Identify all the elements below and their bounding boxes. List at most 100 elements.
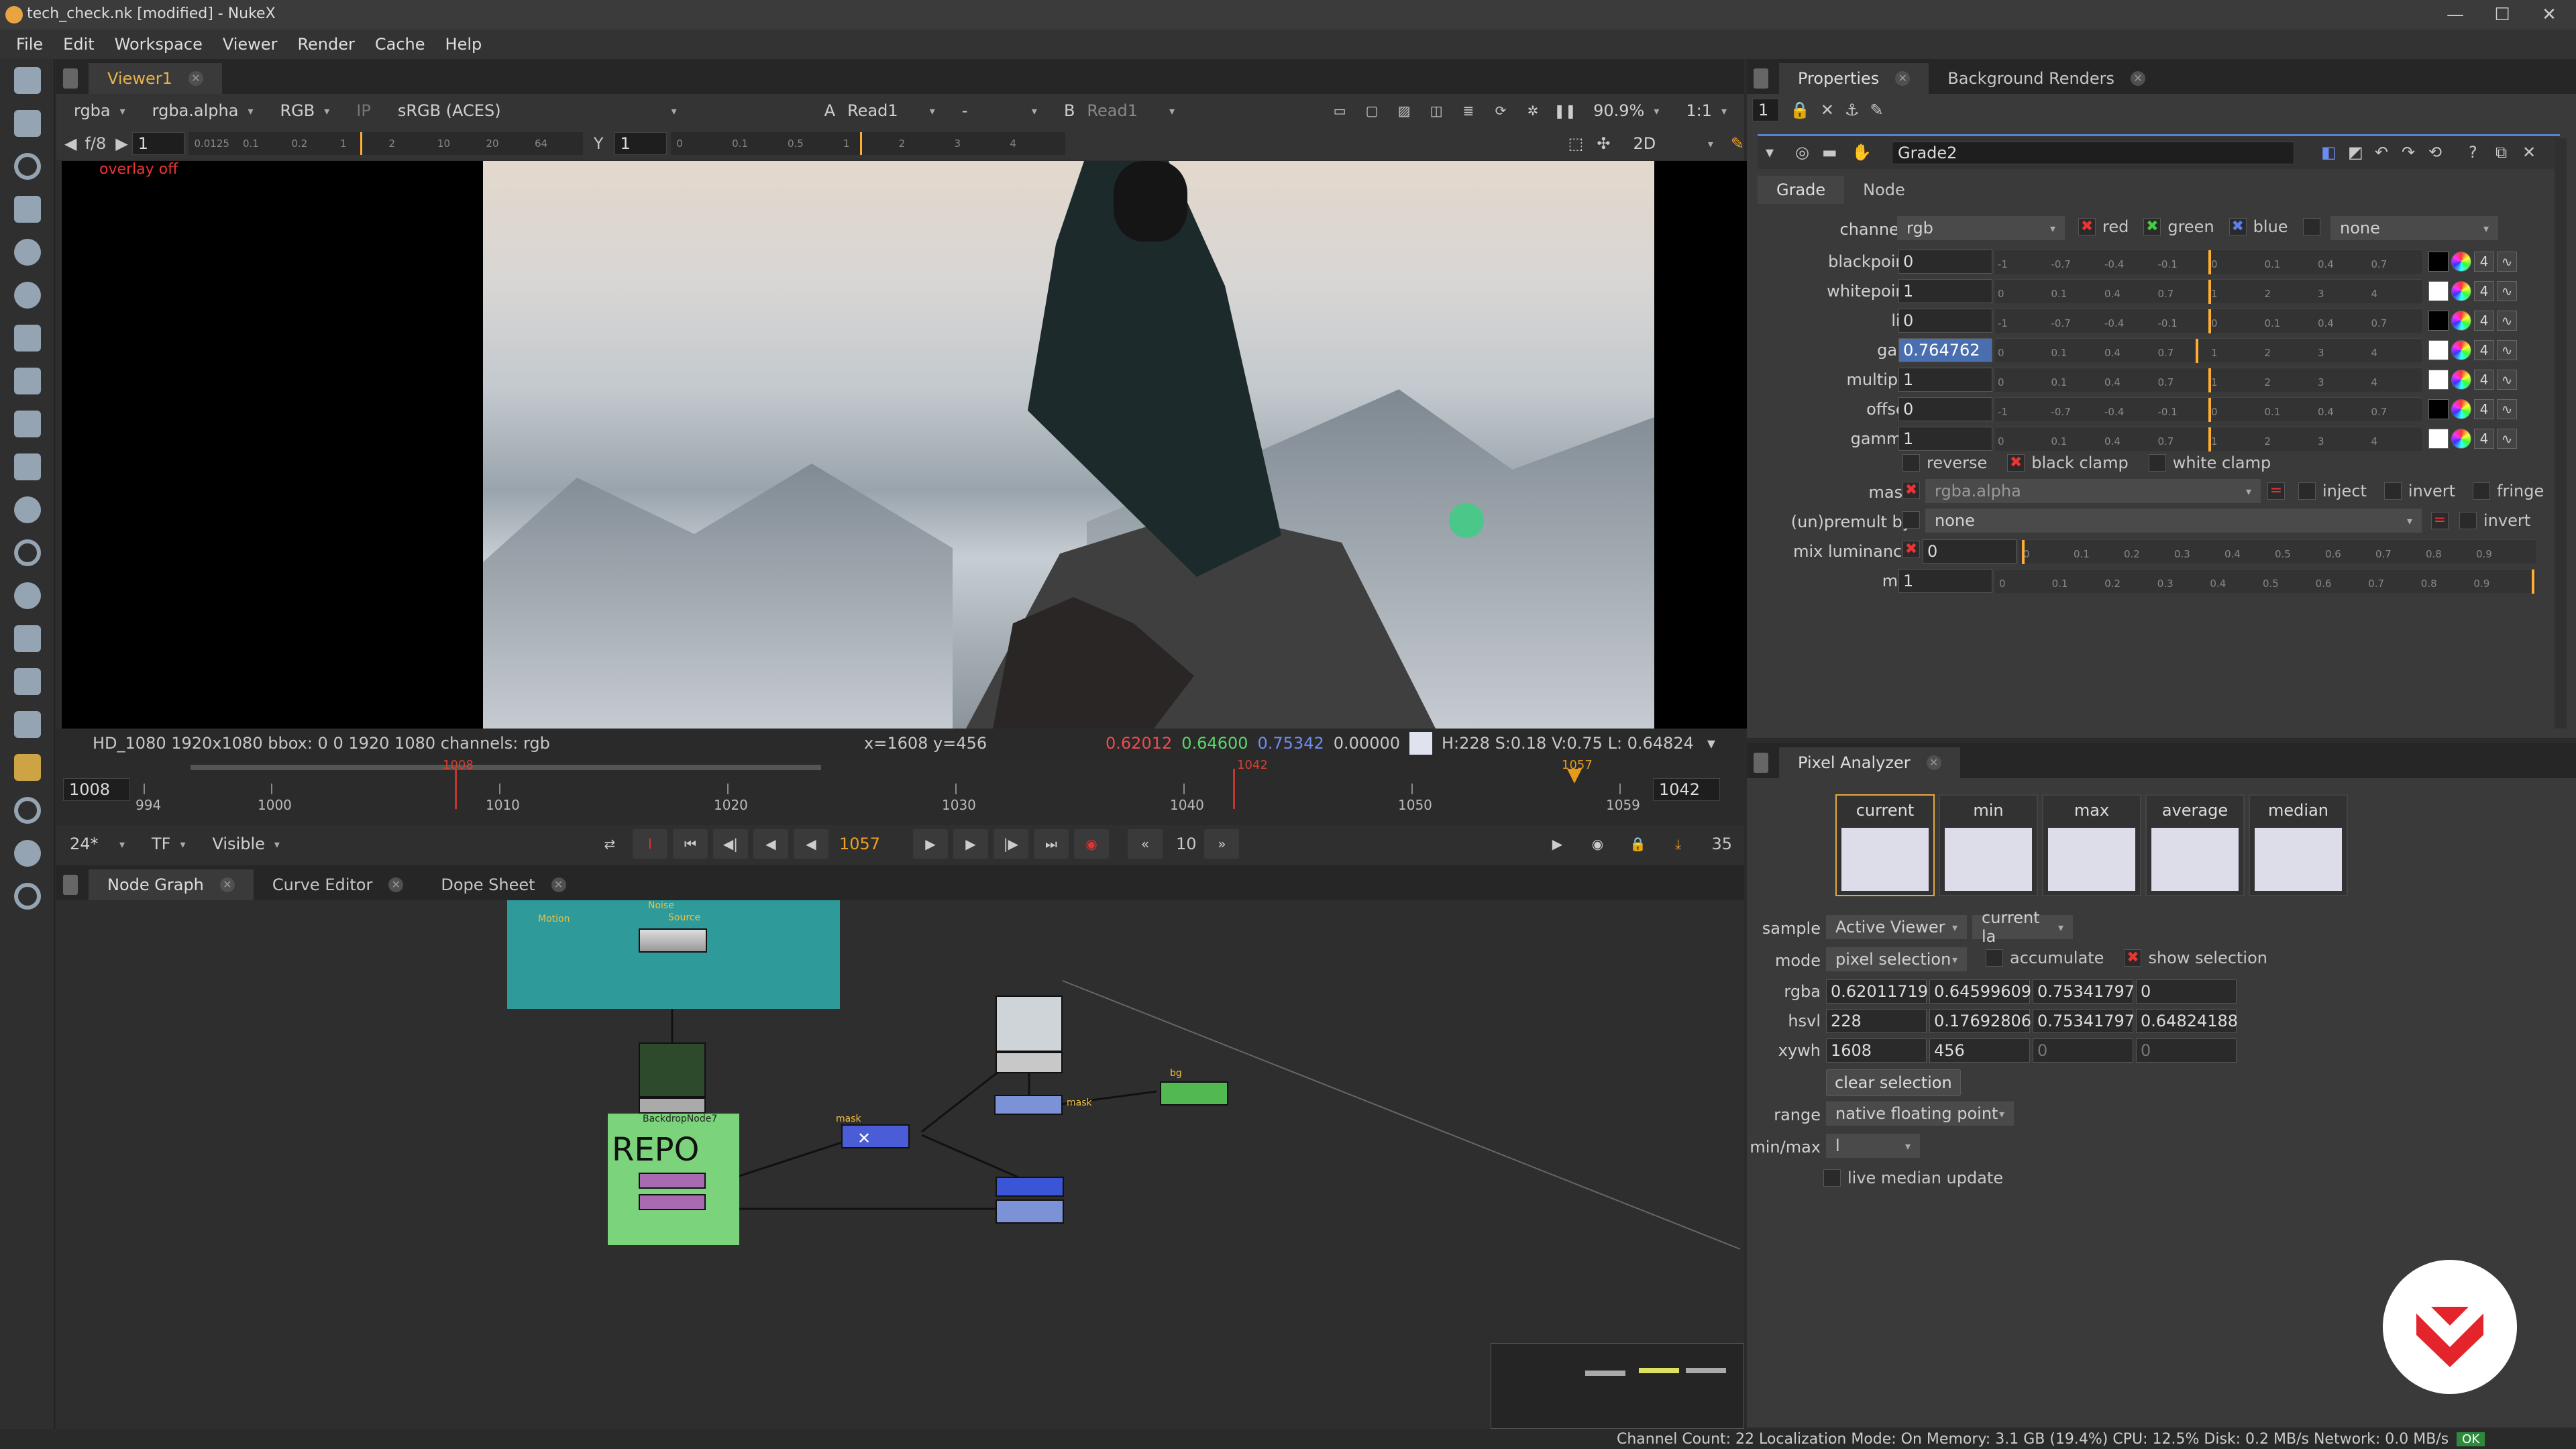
clear-selection-button[interactable]: clear selection [1826,1069,1961,1096]
viewer-viewport[interactable]: overlay off [62,161,1747,729]
gain-slider-knob[interactable] [360,132,363,155]
next-frame-icon[interactable]: ▶ [953,829,988,859]
menu-file[interactable]: File [16,35,43,54]
gamma-slider-knob[interactable] [860,132,863,155]
xywh-h-field[interactable]: 0 [2136,1038,2237,1063]
play-back-icon[interactable]: ◀ [793,829,828,859]
visible-dropdown[interactable]: Visible ▾ [203,832,289,856]
input-icon[interactable]: ◧ [2321,143,2337,162]
in-marker[interactable] [455,769,457,809]
knob-slider-handle[interactable] [2208,368,2211,392]
tab-pixel-analyzer[interactable]: Pixel Analyzer ✕ [1779,747,1960,778]
proxy-icon[interactable]: ◫ [1423,96,1450,125]
show-selection-checkbox[interactable]: ✖ [2124,949,2142,967]
roi-select-icon[interactable]: ⬚ [1568,134,1584,153]
tf-dropdown[interactable]: TF ▾ [142,832,195,856]
menu-workspace[interactable]: Workspace [115,35,203,54]
alpha-checkbox[interactable] [2302,218,2320,235]
safe-area-icon[interactable]: ▢ [1358,96,1385,125]
lut-dropdown[interactable]: sRGB (ACES) ▾ [388,99,686,123]
color-wheel-icon[interactable] [2451,370,2471,390]
knob-slider-3[interactable]: 0 0.1 0.4 0.7 1 2 3 4 [1995,338,2422,363]
mix-field[interactable]: 1 [1898,569,1992,593]
subtab-grade[interactable]: Grade [1758,176,1845,204]
animation-curve-icon[interactable]: ∿ [2497,252,2517,272]
close-tab-icon[interactable]: ✕ [2131,71,2146,86]
mix-luminance-checkbox[interactable]: ✖ [1902,541,1920,558]
prev-key-icon[interactable]: ◀| [712,829,748,859]
read-node-thumbnail[interactable] [639,1042,706,1097]
channels-dropdown[interactable]: rgba ▾ [64,99,135,123]
step-left-icon[interactable]: ◀ [64,134,76,153]
edit-icon[interactable]: ◩ [2348,143,2363,162]
paint-icon[interactable] [0,102,55,145]
timeline-range-bar[interactable] [191,765,821,770]
red-checkbox[interactable]: ✖ [2078,218,2096,235]
animation-curve-icon[interactable]: ∿ [2497,399,2517,419]
transform-icon[interactable] [0,402,55,445]
channel-split-button[interactable]: 4 [2474,399,2494,419]
channel-split-button[interactable]: 4 [2474,252,2494,272]
a-input-dropdown[interactable]: Read1 ▾ [838,99,945,123]
panel-grip-icon[interactable] [1754,68,1768,89]
close-tab-icon[interactable]: ✕ [188,71,203,86]
gain-slider[interactable]: 0.0125 0.1 0.2 1 2 10 20 64 [189,132,583,155]
rgba-b-field[interactable]: 0.75341797 [2033,979,2135,1004]
knob-slider-4[interactable]: 0 0.1 0.4 0.7 1 2 3 4 [1995,368,2422,392]
animation-curve-icon[interactable]: ∿ [2497,340,2517,360]
toolsets-icon[interactable] [0,660,55,703]
tab-background-renders[interactable]: Background Renders ✕ [1929,63,2164,94]
noise-node[interactable] [639,928,707,953]
color-pick-icon[interactable]: ✋ [1851,143,1872,162]
ip-button[interactable]: IP [347,99,380,123]
in-point-icon[interactable]: I [632,829,667,859]
color-swatch-icon[interactable] [2428,429,2449,449]
animation-curve-icon[interactable]: ∿ [2497,370,2517,390]
swatch-current[interactable]: current [1835,794,1935,896]
premult-select[interactable]: none ▾ [1925,508,2422,533]
color-swatch-icon[interactable] [2428,311,2449,331]
range-select[interactable]: native floating point ▾ [1826,1102,2014,1126]
black-clamp-checkbox[interactable]: ✖ [2007,454,2025,472]
panel-grip-icon[interactable] [1754,753,1768,773]
sample-layer-select[interactable]: current la ▾ [1972,908,2073,946]
deep-icon[interactable] [0,531,55,574]
knob-field-0[interactable]: 0 [1898,250,1992,274]
hsvl-l-field[interactable]: 0.64824188 [2136,1009,2238,1033]
collapse-icon[interactable]: ▾ [1766,143,1774,162]
nukex-icon[interactable] [0,875,55,918]
wipe-op-dropdown[interactable]: - ▾ [953,99,1046,123]
time-icon[interactable] [0,145,55,188]
close-tab-icon[interactable]: ✕ [1926,755,1941,770]
premult-link-icon[interactable]: = [2431,512,2449,529]
prev-frame-icon[interactable]: ◀ [753,829,788,859]
xywh-w-field[interactable]: 0 [2033,1038,2133,1063]
step-right-icon[interactable]: ▶ [115,134,127,153]
pin-icon[interactable]: ⚓ [1845,101,1860,119]
minimize-button[interactable]: — [2435,3,2475,27]
chevron-down-icon[interactable]: ▾ [1707,734,1715,753]
color-wheel-icon[interactable] [2451,311,2471,331]
node-graph-canvas[interactable]: Motion Noise Source BackdropNode7 REPO ✕… [56,900,1744,1429]
view-mode-dropdown[interactable]: 2D ▾ [1623,131,1722,156]
gear-icon[interactable]: ✲ [1519,96,1546,125]
tab-viewer1[interactable]: Viewer1 ✕ [89,63,222,94]
channel-split-button[interactable]: 4 [2474,340,2494,360]
cara-icon[interactable] [0,832,55,875]
backdrop-motion[interactable]: Motion Noise Source [507,900,840,1009]
flipbook-icon[interactable]: ▶ [1540,829,1574,859]
channel-split-button[interactable]: 4 [2474,281,2494,301]
knob-slider-0[interactable]: -1 -0.7 -0.4 -0.1 0 0.1 0.4 0.7 [1995,250,2422,274]
fps-dropdown[interactable]: 24* ▾ [60,832,134,856]
out-marker[interactable] [1233,769,1235,809]
mix-luminance-slider[interactable]: 0 0.1 0.2 0.3 0.4 0.5 0.6 0.7 0.8 0.9 [2019,539,2536,564]
image-node-thumbnail[interactable] [996,996,1063,1052]
channels-select[interactable]: rgb ▾ [1897,216,2065,240]
subtab-node[interactable]: Node [1844,176,1924,204]
close-all-icon[interactable]: ✕ [1821,101,1834,119]
sample-select[interactable]: Active Viewer ▾ [1826,915,1967,939]
timeline[interactable]: 1008 994 1000 1010 1020 1030 1040 1050 1… [56,758,1744,825]
grade-node-2[interactable] [639,1194,706,1210]
channel-split-button[interactable]: 4 [2474,311,2494,331]
tab-curve-editor[interactable]: Curve Editor ✕ [254,869,422,900]
